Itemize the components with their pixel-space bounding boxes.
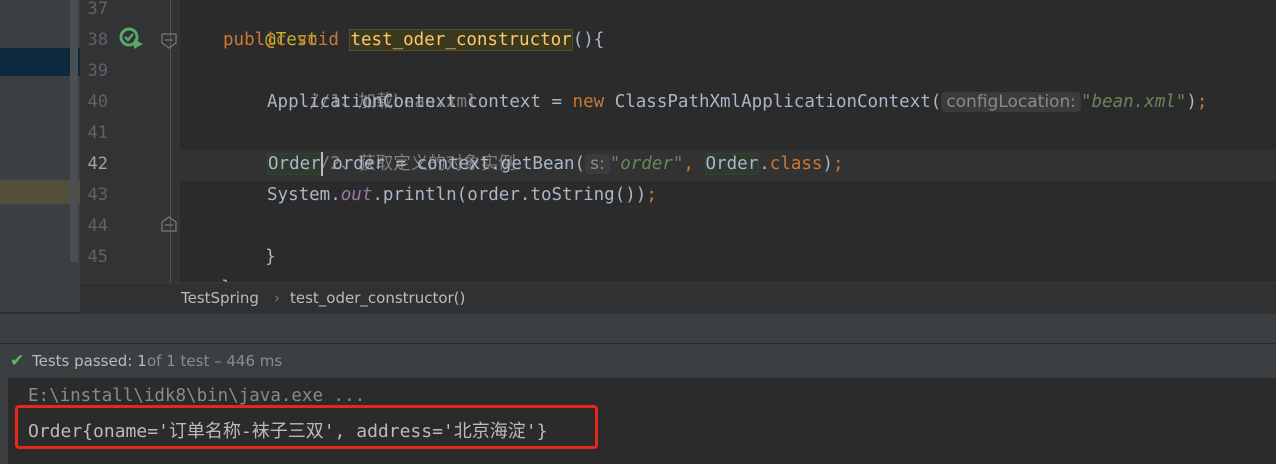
line-number: 38: [87, 30, 108, 50]
keyword: new: [572, 92, 605, 112]
method-name[interactable]: test_oder_constructor: [349, 29, 573, 51]
line-number: 39: [87, 61, 108, 81]
code-text: (){: [572, 30, 605, 50]
string-literal: "bean.xml": [1080, 92, 1187, 112]
fold-icon[interactable]: [161, 216, 177, 232]
string-literal: "order": [609, 154, 684, 174]
test-status-bar: ✔ Tests passed: 1 of 1 test – 446 ms: [0, 343, 1276, 379]
line-number: 44: [87, 216, 108, 236]
tool-window-header: [0, 313, 1276, 344]
line-number: 40: [87, 92, 108, 112]
type-usage-highlight: Order: [267, 153, 322, 175]
code-text: .: [759, 154, 770, 174]
tests-passed-text: Tests passed: 1: [32, 352, 147, 370]
semicolon: ;: [833, 154, 844, 174]
check-icon: ✔: [10, 351, 25, 371]
line-number: 43: [87, 185, 108, 205]
breadcrumb-item-class[interactable]: TestSpring: [181, 289, 259, 307]
keyword: public: [223, 30, 287, 50]
code-line-42[interactable]: Order order = context.getBean(s: "order",…: [267, 149, 844, 180]
line-number: 41: [87, 123, 108, 143]
run-test-icon[interactable]: [119, 27, 143, 49]
project-panel-strip: [0, 0, 80, 312]
code-line-38[interactable]: public void test_oder_constructor(){: [223, 25, 604, 56]
keyword: void: [296, 30, 339, 50]
run-console[interactable]: E:\install\idk8\bin\java.exe ... Order{o…: [0, 378, 1276, 464]
code-line-43[interactable]: System.out.println(order.toString());: [267, 180, 657, 211]
code-line-41[interactable]: //2、获取定义的对象实例: [267, 118, 516, 174]
line-number: 37: [87, 0, 108, 19]
code-line-37[interactable]: @Test: [223, 0, 318, 50]
highlight-box: [15, 405, 598, 449]
code-text: ApplicationContext context =: [267, 92, 573, 112]
tests-detail: of 1 test – 446 ms: [147, 352, 283, 370]
parameter-hint: s:: [585, 154, 610, 174]
project-scrollbar[interactable]: [70, 0, 78, 262]
code-text: ): [822, 154, 834, 174]
code-text: ClassPathXmlApplicationContext(: [604, 92, 942, 112]
code-text: System.: [267, 185, 341, 205]
type-usage-highlight: Order: [704, 153, 760, 175]
project-selected-row[interactable]: [0, 48, 80, 76]
code-text: ): [1186, 92, 1197, 112]
comma: ,: [683, 154, 694, 174]
console-toolbar-strip: [0, 378, 8, 464]
code-text: order = context.getBean(: [321, 154, 586, 174]
line-number: 45: [87, 247, 108, 267]
static-field: out: [340, 185, 373, 205]
project-modified-row[interactable]: [0, 180, 80, 204]
semicolon: ;: [1196, 92, 1208, 112]
closing-brace: }: [265, 247, 276, 267]
code-editor[interactable]: @Test public void test_oder_constructor(…: [179, 0, 1276, 298]
code-text: .println(order.toString()): [372, 185, 647, 205]
semicolon: ;: [646, 185, 657, 205]
breadcrumb-separator: ›: [274, 289, 280, 307]
code-line-45[interactable]: }: [179, 242, 232, 298]
parameter-hint: configLocation:: [941, 92, 1081, 112]
keyword: class: [769, 154, 823, 174]
code-line-40[interactable]: ApplicationContext context = new ClassPa…: [267, 87, 1207, 118]
code-line-39[interactable]: //1、加载bean.xml: [267, 56, 477, 112]
line-number-current: 42: [87, 154, 108, 174]
breadcrumb: TestSpring › test_oder_constructor(): [80, 282, 1276, 314]
fold-icon[interactable]: [161, 33, 177, 49]
code-line-44[interactable]: }: [223, 211, 276, 267]
breadcrumb-item-method[interactable]: test_oder_constructor(): [290, 289, 465, 307]
console-command-line[interactable]: E:\install\idk8\bin\java.exe ...: [28, 386, 365, 406]
